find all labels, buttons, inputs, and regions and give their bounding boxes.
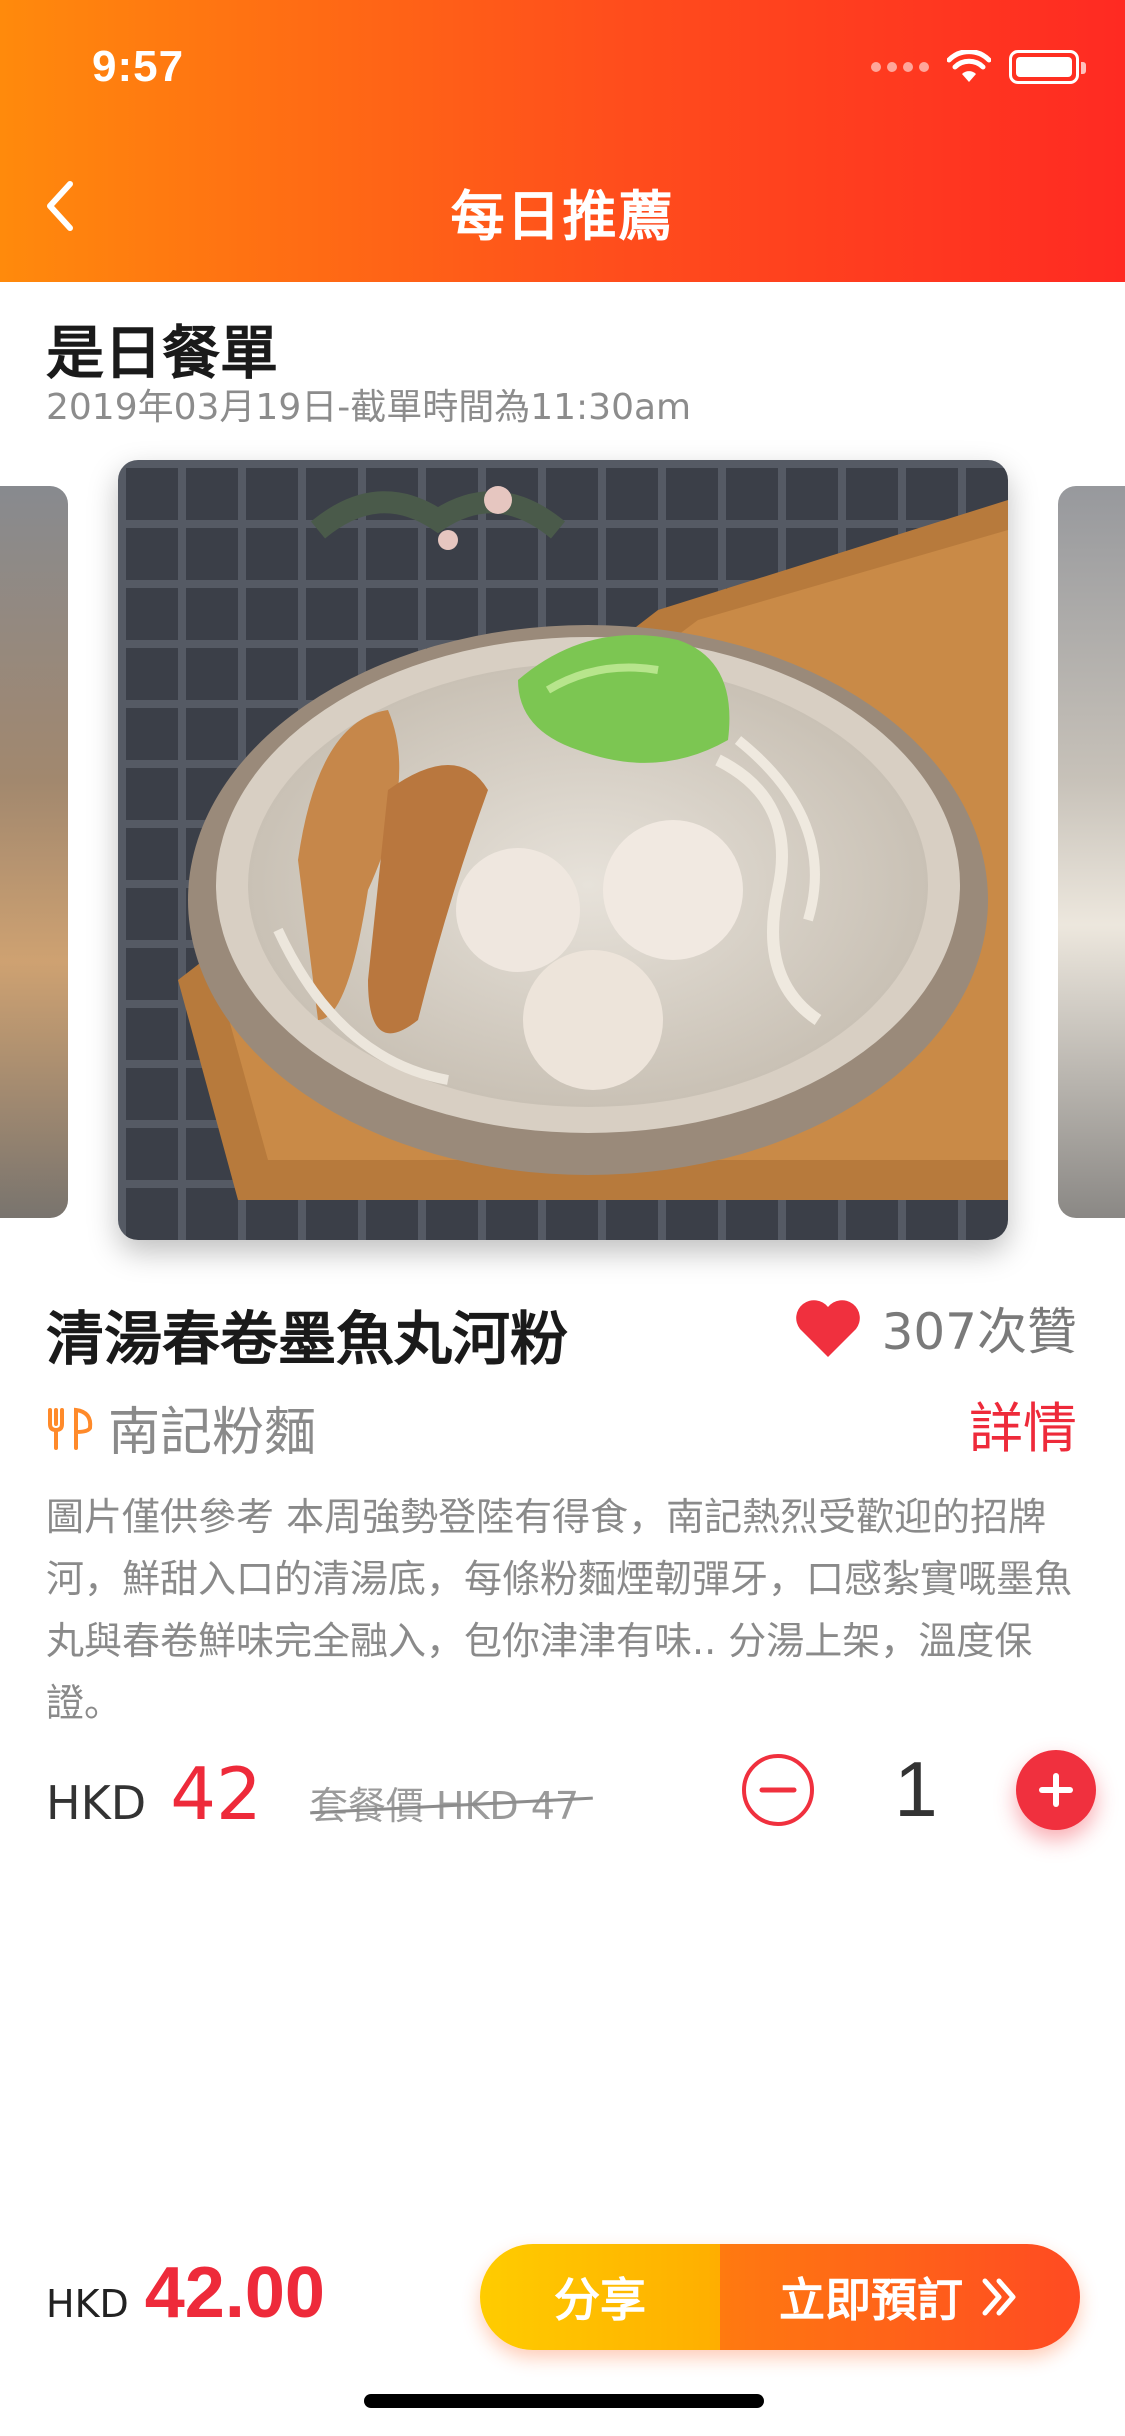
page-title: 每日推薦: [450, 185, 675, 248]
like-counter[interactable]: 307次贊: [794, 1292, 1077, 1364]
quantity-value: 1: [894, 1745, 938, 1833]
restaurant-name: 南記粉麵: [108, 1403, 317, 1463]
dish-name: 清湯春卷墨魚丸河粉: [46, 1305, 569, 1373]
like-count: 307次贊: [881, 1303, 1077, 1361]
heart-icon[interactable]: [794, 1297, 862, 1359]
header: 9:57 每日推薦: [0, 0, 1125, 282]
dish-image[interactable]: [118, 460, 1008, 1240]
order-button-label: 立即預訂: [779, 2273, 963, 2327]
double-chevron-right-icon: [982, 2278, 1016, 2316]
status-icons: [871, 50, 1086, 84]
detail-link[interactable]: 詳情: [969, 1384, 1077, 1463]
action-buttons: 分享 立即預訂: [480, 2244, 1080, 2350]
price-row: HKD 42 套餐價 HKD 47: [46, 1752, 579, 1836]
quantity-stepper: 1: [740, 1744, 1096, 1835]
home-indicator[interactable]: [364, 2394, 764, 2408]
restaurant: 南記粉麵: [46, 1390, 316, 1465]
dish-description: 圖片僅供參考 本周強勢登陸有得食，南記熱烈受歡迎的招牌河，鮮甜入口的清湯底，每條…: [46, 1495, 1073, 1725]
battery-icon: [1009, 50, 1086, 84]
price-value: 42: [170, 1752, 262, 1836]
price-currency: HKD: [46, 1776, 147, 1830]
fork-knife-icon: [48, 1407, 93, 1450]
total-currency: HKD: [46, 2282, 129, 2326]
plus-icon: [1039, 1772, 1073, 1807]
screen: 9:57 每日推薦 是日餐單 2019年03月19日-截單時間為11:30am: [0, 0, 1125, 2436]
share-button[interactable]: 分享: [480, 2244, 720, 2350]
minus-icon[interactable]: [740, 1752, 816, 1828]
wifi-icon: [947, 50, 991, 82]
carousel-card-next[interactable]: [1058, 486, 1125, 1218]
order-button[interactable]: 立即預訂: [720, 2244, 1080, 2350]
set-price: 套餐價 HKD 47: [310, 1775, 579, 1830]
plus-button[interactable]: [1016, 1749, 1096, 1830]
section-subtitle: 2019年03月19日-截單時間為11:30am: [46, 387, 692, 428]
total-price: HKD 42.00: [46, 2252, 325, 2334]
carousel-card-prev[interactable]: [0, 486, 68, 1218]
total-value: 42.00: [144, 2253, 325, 2333]
signal-icon: [871, 62, 929, 72]
status-time: 9:57: [92, 42, 185, 91]
